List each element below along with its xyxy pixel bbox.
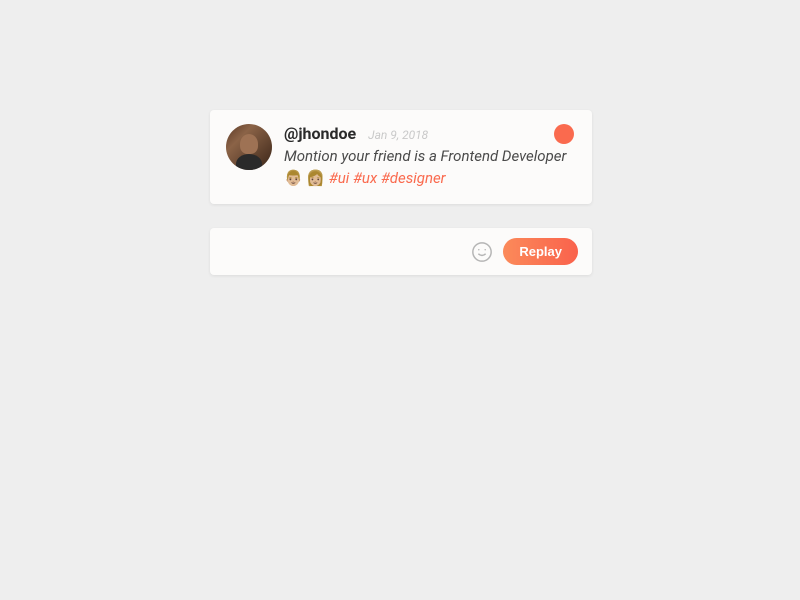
smiley-icon[interactable]	[471, 241, 493, 263]
username-line: @jhondoe Jan 9, 2018	[284, 124, 576, 143]
action-bar: Replay	[210, 228, 592, 275]
avatar[interactable]	[226, 124, 272, 170]
post-hashtags[interactable]: #ui #ux #designer	[329, 169, 446, 187]
post-content: @jhondoe Jan 9, 2018 Montion your friend…	[284, 124, 576, 190]
post-body: Montion your friend is a Frontend Develo…	[284, 147, 566, 165]
username[interactable]: @jhondoe	[284, 124, 356, 143]
replay-button[interactable]: Replay	[503, 238, 578, 265]
status-dot-icon[interactable]	[554, 124, 574, 144]
post-header: @jhondoe Jan 9, 2018 Montion your friend…	[226, 124, 576, 190]
post-emojis: 👨🏼 👩🏼	[284, 169, 325, 187]
post-date: Jan 9, 2018	[368, 128, 428, 142]
post-text: Montion your friend is a Frontend Develo…	[284, 146, 576, 190]
post-card: @jhondoe Jan 9, 2018 Montion your friend…	[210, 110, 592, 204]
